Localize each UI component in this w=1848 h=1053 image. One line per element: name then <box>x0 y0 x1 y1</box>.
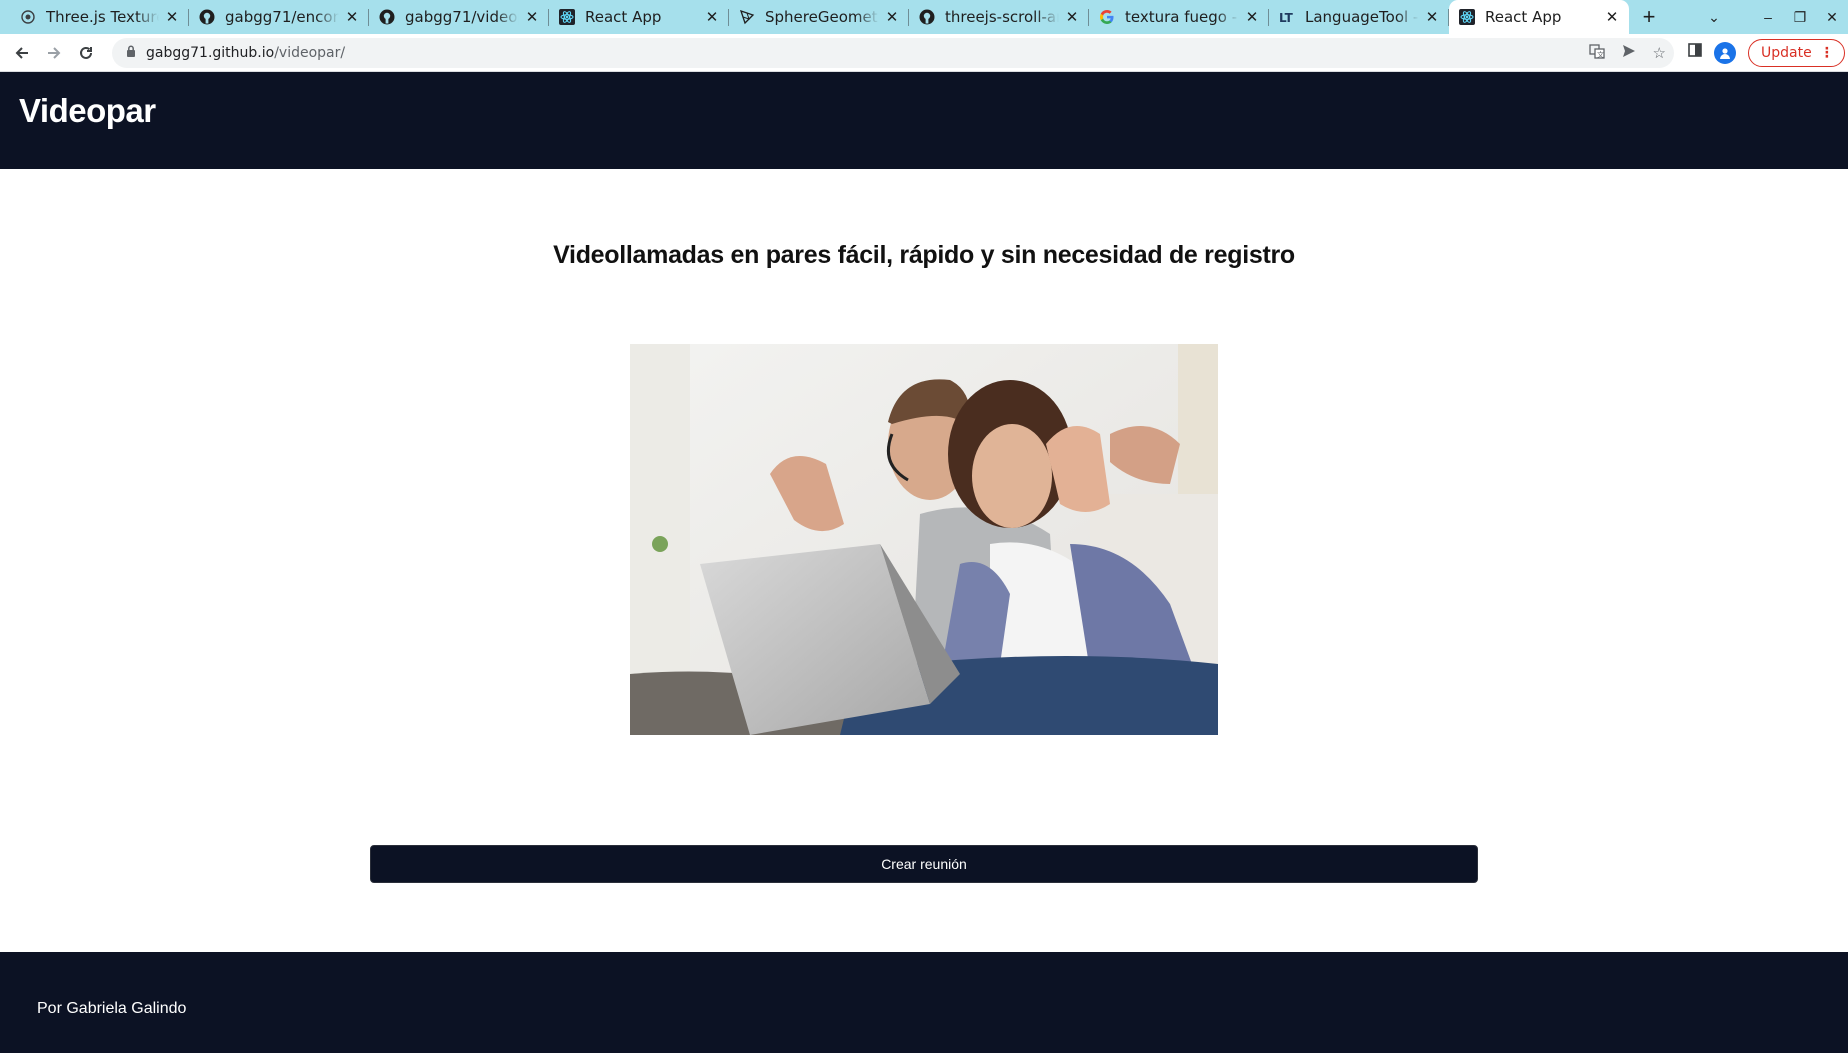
browser-tab[interactable]: gabgg71/encont ✕ <box>189 0 369 34</box>
browser-toolbar: gabgg71.github.io/videopar/ 文 ☆ Update ⋮ <box>0 34 1848 72</box>
languagetool-icon: LT <box>1279 9 1295 25</box>
tab-title: Three.js Texture <box>46 8 159 26</box>
google-icon <box>1099 9 1115 25</box>
react-icon <box>559 9 575 25</box>
browser-tab[interactable]: gabgg71/videop ✕ <box>369 0 549 34</box>
close-icon[interactable]: ✕ <box>523 8 541 26</box>
minimize-icon[interactable]: – <box>1752 9 1784 25</box>
page-headline: Videollamadas en pares fácil, rápido y s… <box>553 241 1295 269</box>
footer-credit: Por Gabriela Galindo <box>37 1000 187 1017</box>
restore-icon[interactable]: ❐ <box>1784 9 1816 26</box>
new-tab-button[interactable]: + <box>1629 0 1669 34</box>
forward-icon[interactable] <box>38 37 70 69</box>
url-text: gabgg71.github.io/videopar/ <box>146 44 346 61</box>
close-icon[interactable]: ✕ <box>343 8 361 26</box>
address-bar[interactable]: gabgg71.github.io/videopar/ 文 ☆ <box>112 37 1674 68</box>
tab-title: gabgg71/encont <box>225 8 339 26</box>
close-icon[interactable]: ✕ <box>1423 8 1441 26</box>
browser-tab[interactable]: React App ✕ <box>549 0 729 34</box>
github-icon <box>919 9 935 25</box>
svg-text:文: 文 <box>1597 50 1604 59</box>
send-icon[interactable] <box>1621 43 1637 63</box>
browser-tab-strip: Three.js Texture ✕ gabgg71/encont ✕ gabg… <box>0 0 1848 34</box>
threejs-icon <box>20 9 36 25</box>
profile-avatar-icon[interactable] <box>1714 41 1736 64</box>
github-icon <box>379 9 395 25</box>
translate-icon[interactable]: 文 <box>1588 43 1605 63</box>
more-vert-icon: ⋮ <box>1819 44 1834 61</box>
brand-logo-text[interactable]: Videopar <box>19 92 156 130</box>
lock-icon[interactable] <box>126 44 136 62</box>
close-icon[interactable]: ✕ <box>1603 8 1621 26</box>
reload-icon[interactable] <box>70 37 102 69</box>
tab-title: textura fuego - B <box>1125 8 1239 26</box>
close-window-icon[interactable]: ✕ <box>1816 9 1848 26</box>
browser-tab[interactable]: LT LanguageTool - C ✕ <box>1269 0 1449 34</box>
threejs-icon <box>739 9 755 25</box>
tab-title: LanguageTool - C <box>1305 8 1419 26</box>
tab-title: React App <box>1485 8 1562 26</box>
create-meeting-button[interactable]: Crear reunión <box>370 845 1478 883</box>
hero-image <box>630 344 1218 735</box>
web-page: Videopar Videollamadas en pares fácil, r… <box>0 72 1848 1053</box>
browser-tab[interactable]: threejs-scroll-ani ✕ <box>909 0 1089 34</box>
close-icon[interactable]: ✕ <box>1243 8 1261 26</box>
react-icon <box>1459 9 1475 25</box>
tab-title: SphereGeometry <box>765 8 879 26</box>
close-icon[interactable]: ✕ <box>703 8 721 26</box>
browser-tab[interactable]: SphereGeometry ✕ <box>729 0 909 34</box>
site-header: Videopar <box>0 72 1848 169</box>
back-icon[interactable] <box>6 37 38 69</box>
svg-text:LT: LT <box>1279 11 1294 25</box>
tab-title: React App <box>585 8 662 26</box>
bookmark-star-icon[interactable]: ☆ <box>1653 44 1666 62</box>
close-icon[interactable]: ✕ <box>883 8 901 26</box>
browser-tab[interactable]: textura fuego - B ✕ <box>1089 0 1269 34</box>
tab-title: threejs-scroll-ani <box>945 8 1059 26</box>
github-icon <box>199 9 215 25</box>
tab-search-icon[interactable]: ⌄ <box>1698 9 1730 26</box>
browser-tab-active[interactable]: React App ✕ <box>1449 0 1629 34</box>
close-icon[interactable]: ✕ <box>1063 8 1081 26</box>
update-button[interactable]: Update ⋮ <box>1748 38 1845 67</box>
close-icon[interactable]: ✕ <box>163 8 181 26</box>
browser-tab[interactable]: Three.js Texture ✕ <box>0 0 189 34</box>
tab-title: gabgg71/videop <box>405 8 519 26</box>
site-footer: Por Gabriela Galindo <box>0 952 1848 1053</box>
window-controls: ⌄ – ❐ ✕ <box>1698 0 1848 34</box>
side-panel-icon[interactable] <box>1688 43 1702 62</box>
